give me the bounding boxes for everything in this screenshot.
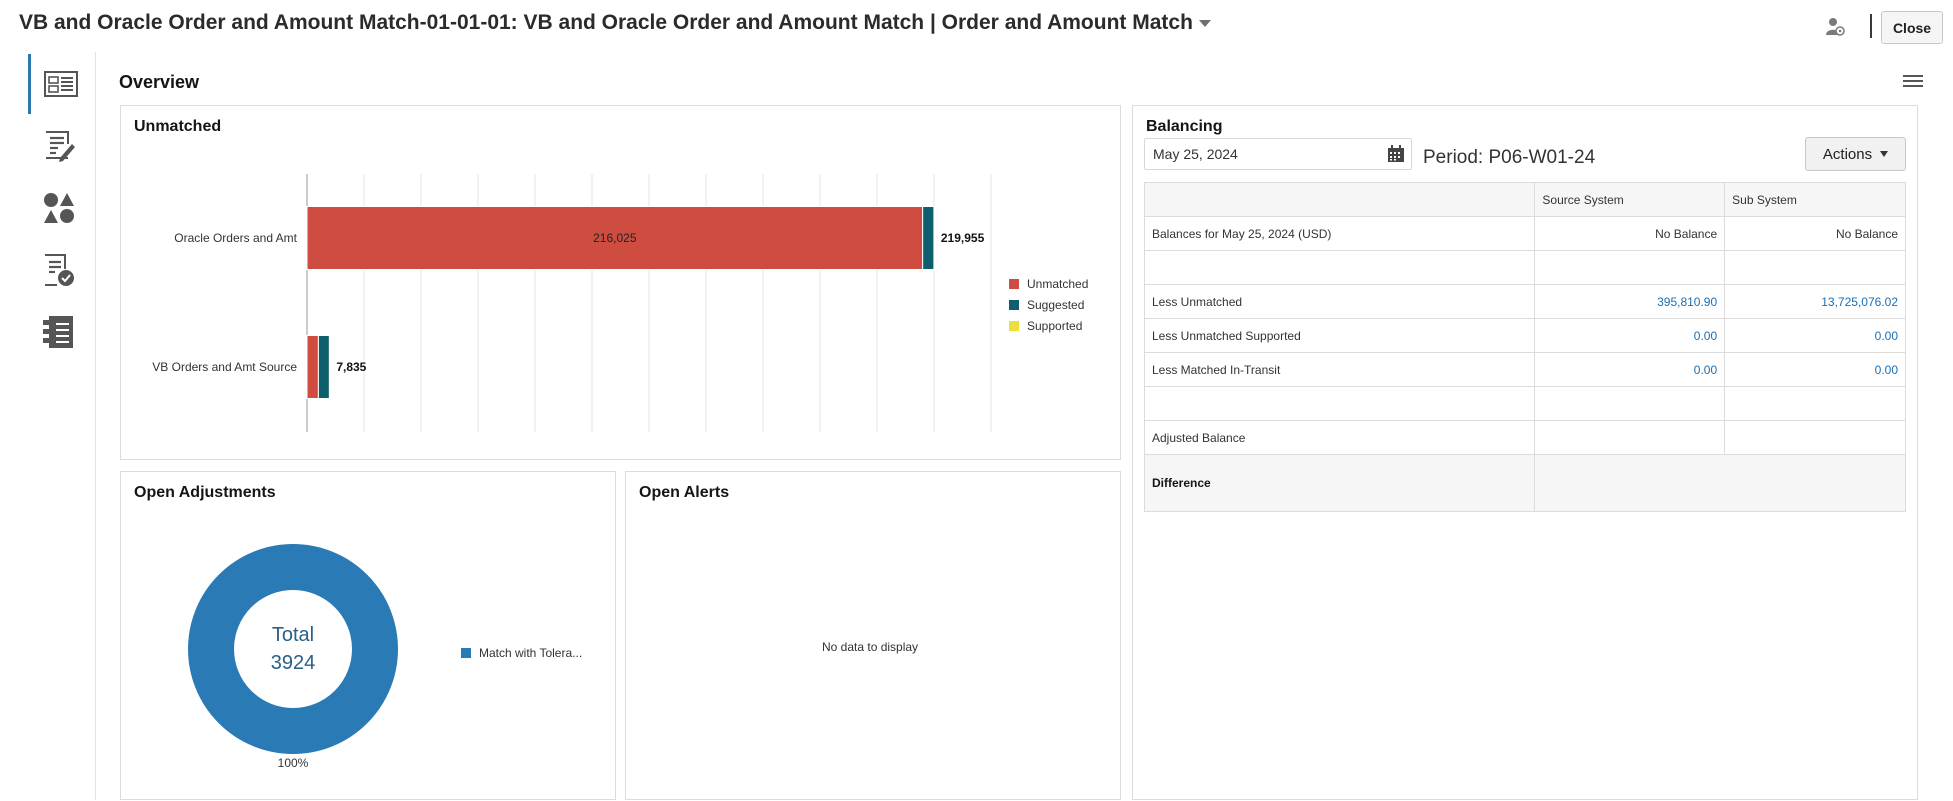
- rail-item-checklist[interactable]: [28, 302, 90, 362]
- legend-item-supported[interactable]: Supported: [1009, 315, 1088, 336]
- table-header-row: Source System Sub System: [1143, 182, 1906, 217]
- actions-button[interactable]: Actions: [1805, 137, 1906, 171]
- column-header: [1143, 182, 1536, 217]
- caret-down-icon: [1880, 151, 1889, 157]
- source-value: [1534, 420, 1726, 455]
- chevron-down-icon[interactable]: [1198, 19, 1211, 27]
- legend-label: Suggested: [1027, 297, 1085, 312]
- category-label: Oracle Orders and Amt: [174, 231, 297, 245]
- donut-total-label: Total: [271, 624, 315, 646]
- adjustments-legend: Match with Tolera...: [461, 642, 582, 663]
- row-label: [1143, 386, 1536, 421]
- legend-item-match-with-tolerance[interactable]: Match with Tolera...: [461, 642, 582, 663]
- legend-swatch: [461, 647, 471, 658]
- balancing-table: Source System Sub System Balances for Ma…: [1143, 182, 1906, 512]
- open-alerts-panel: Open Alerts No data to display: [625, 471, 1121, 800]
- source-value: [1534, 250, 1726, 285]
- row-label: Adjusted Balance: [1143, 420, 1536, 455]
- category-label: VB Orders and Amt Source: [152, 360, 297, 374]
- balancing-date-input[interactable]: May 25, 2024: [1144, 138, 1412, 170]
- column-header-sub-system[interactable]: Sub System: [1724, 182, 1906, 217]
- donut-center-label: Total 3924: [243, 621, 343, 677]
- rail-item-transactions[interactable]: [28, 116, 90, 176]
- sub-value: No Balance: [1724, 216, 1906, 251]
- bar-total-label: 219,955: [941, 231, 985, 245]
- no-data-message: No data to display: [822, 640, 919, 654]
- bar-value-label: 216,025: [593, 231, 637, 245]
- user-settings-icon[interactable]: [1824, 16, 1846, 38]
- actions-label: Actions: [1822, 145, 1873, 163]
- difference-row: Difference: [1143, 454, 1906, 512]
- open-adjustments-panel: Open Adjustments Total 3924 100% Match w…: [120, 471, 616, 800]
- edit-list-icon: [46, 131, 75, 162]
- overview-icon: [43, 71, 78, 97]
- legend-item-unmatched[interactable]: Unmatched: [1009, 273, 1088, 294]
- sub-value-link[interactable]: 0.00: [1724, 352, 1906, 387]
- table-row: Less Matched In-Transit 0.00 0.00: [1143, 352, 1906, 387]
- table-row: Less Unmatched Supported 0.00 0.00: [1143, 318, 1906, 353]
- bar-segment-unmatched[interactable]: [306, 335, 319, 399]
- table-row: [1143, 250, 1906, 285]
- period-label: Period: P06-W01-24: [1423, 147, 1596, 168]
- unmatched-panel: Unmatched Oracle Orders and Amt 216,025 21…: [120, 105, 1121, 460]
- source-value-link[interactable]: 0.00: [1534, 318, 1726, 353]
- rail-item-review[interactable]: [28, 240, 90, 300]
- page-header: VB and Oracle Order and Amount Match-01-…: [0, 0, 1953, 48]
- source-value: No Balance: [1534, 216, 1726, 251]
- legend-label: Match with Tolera...: [479, 645, 583, 660]
- table-row: [1143, 386, 1906, 421]
- column-header-source-system[interactable]: Source System: [1534, 182, 1726, 217]
- calendar-icon[interactable]: [1387, 145, 1405, 163]
- bar-total-label: 7,835: [336, 360, 366, 374]
- table-row: Adjusted Balance: [1143, 420, 1906, 455]
- bar-segment-suggested[interactable]: [317, 335, 330, 399]
- source-value-link[interactable]: 395,810.90: [1534, 284, 1726, 319]
- page-title[interactable]: VB and Oracle Order and Amount Match-01-…: [19, 11, 1211, 35]
- row-label: Less Matched In-Transit: [1143, 352, 1536, 387]
- difference-label: Difference: [1143, 454, 1536, 512]
- balancing-title: Balancing: [1146, 118, 1223, 135]
- adjustments-donut-chart: [188, 544, 398, 754]
- sub-value: [1724, 420, 1906, 455]
- source-value: [1534, 386, 1726, 421]
- sub-value-link[interactable]: 0.00: [1724, 318, 1906, 353]
- donut-total-value: 3924: [270, 652, 316, 674]
- difference-value: [1534, 454, 1906, 512]
- legend-item-suggested[interactable]: Suggested: [1009, 294, 1088, 315]
- row-label: [1143, 250, 1536, 285]
- header-divider: [1870, 14, 1872, 38]
- row-label: Less Unmatched: [1143, 284, 1536, 319]
- legend-swatch: [1009, 299, 1019, 310]
- table-row: Balances for May 25, 2024 (USD) No Balan…: [1143, 216, 1906, 251]
- close-button[interactable]: Close: [1881, 11, 1943, 44]
- date-value: May 25, 2024: [1153, 146, 1238, 162]
- unmatched-legend: Unmatched Suggested Supported: [1009, 273, 1088, 336]
- open-alerts-title: Open Alerts: [639, 484, 730, 501]
- legend-swatch: [1009, 320, 1019, 331]
- rail-item-matching[interactable]: [28, 178, 90, 238]
- sub-value: [1724, 250, 1906, 285]
- sub-value: [1724, 386, 1906, 421]
- checklist-icon: [43, 316, 73, 348]
- unmatched-chart: Oracle Orders and Amt 216,025 219,955 VB Or…: [152, 174, 992, 432]
- legend-swatch: [1009, 278, 1019, 289]
- sub-value-link[interactable]: 13,725,076.02: [1724, 284, 1906, 319]
- overview-title: Overview: [119, 72, 200, 92]
- document-check-icon: [45, 254, 74, 286]
- source-value-link[interactable]: 0.00: [1534, 352, 1726, 387]
- legend-label: Supported: [1027, 318, 1083, 333]
- row-label: Balances for May 25, 2024 (USD): [1143, 216, 1536, 251]
- row-label: Less Unmatched Supported: [1143, 318, 1536, 353]
- rail-item-overview[interactable]: [28, 54, 90, 114]
- legend-label: Unmatched: [1027, 276, 1089, 291]
- shapes-icon: [44, 193, 74, 223]
- page-title-text: VB and Oracle Order and Amount Match-01-…: [19, 11, 1193, 34]
- table-row: Less Unmatched 395,810.90 13,725,076.02: [1143, 284, 1906, 319]
- left-rail: [0, 52, 96, 800]
- bar-segment-suggested[interactable]: [922, 206, 935, 270]
- donut-percent-label: 100%: [277, 756, 309, 770]
- menu-icon[interactable]: [1903, 75, 1923, 89]
